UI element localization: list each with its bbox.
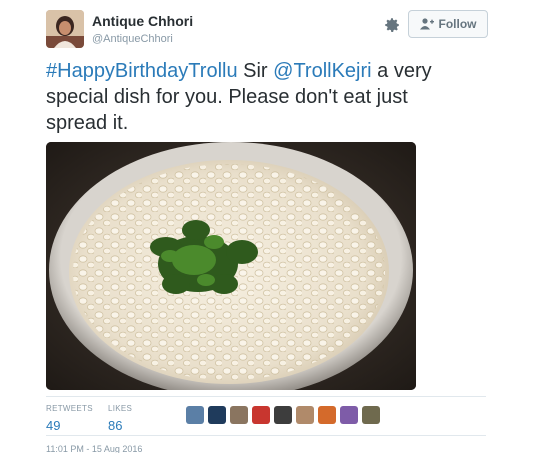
liker-avatar[interactable] — [296, 406, 314, 424]
likes-count: 86 — [108, 418, 123, 433]
liker-avatar[interactable] — [362, 406, 380, 424]
user-handle[interactable]: @AntiqueChhori — [92, 33, 193, 45]
likes-label: LIKES — [108, 404, 133, 413]
liker-avatar[interactable] — [252, 406, 270, 424]
liker-avatar[interactable] — [230, 406, 248, 424]
liker-avatar[interactable] — [186, 406, 204, 424]
add-person-icon — [419, 18, 434, 30]
liker-avatars — [186, 406, 380, 424]
tweet-photo[interactable] — [46, 142, 416, 390]
follow-button[interactable]: Follow — [408, 10, 488, 38]
display-name[interactable]: Antique Chhori — [92, 13, 193, 29]
hashtag-link[interactable]: #HappyBirthdayTrollu — [46, 60, 238, 82]
retweets-count: 49 — [46, 418, 61, 433]
liker-avatar[interactable] — [318, 406, 336, 424]
tweet-timestamp[interactable]: 11:01 PM - 15 Aug 2016 — [46, 444, 142, 453]
avatar[interactable] — [46, 10, 84, 48]
tweet-text-part: Sir — [237, 60, 274, 82]
liker-avatar[interactable] — [208, 406, 226, 424]
retweets-label: RETWEETS — [46, 404, 93, 413]
tweet-header: Antique Chhori @AntiqueChhori Follow — [46, 10, 488, 50]
follow-label: Follow — [438, 17, 477, 31]
tweet-stats: RETWEETS 49 LIKES 86 — [46, 396, 486, 436]
mention-link[interactable]: @TrollKejri — [273, 60, 371, 82]
liker-avatar[interactable] — [340, 406, 358, 424]
retweets-stat[interactable]: RETWEETS 49 — [46, 404, 93, 433]
gear-icon[interactable] — [383, 16, 401, 34]
tweet-text: #HappyBirthdayTrollu Sir @TrollKejri a v… — [46, 58, 466, 136]
liker-avatar[interactable] — [274, 406, 292, 424]
likes-stat[interactable]: LIKES 86 — [108, 404, 132, 433]
user-names: Antique Chhori @AntiqueChhori — [92, 13, 193, 45]
